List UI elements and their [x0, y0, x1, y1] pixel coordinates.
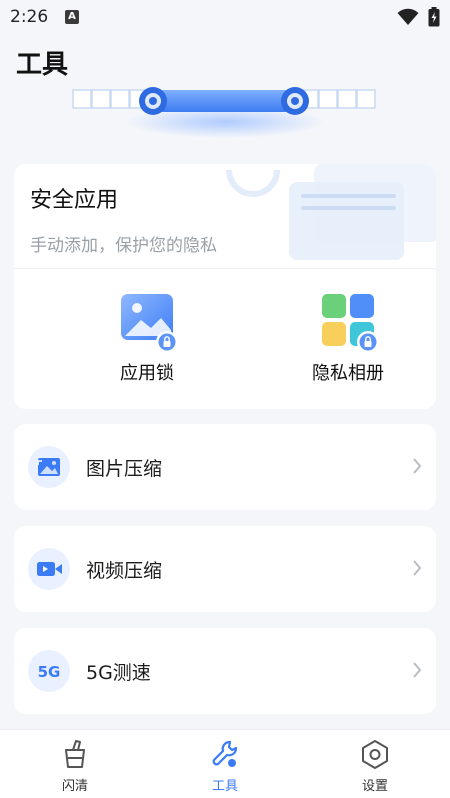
- wifi-icon: [397, 8, 419, 30]
- tab-tools-label: 工具: [211, 779, 238, 794]
- private-album-button[interactable]: 隐私相册: [278, 292, 418, 392]
- status-time: 2:26: [10, 7, 49, 27]
- video-compress-row[interactable]: 视频压缩: [14, 526, 436, 612]
- image-compress-label: 图片压缩: [86, 458, 163, 480]
- tab-tools[interactable]: 工具: [165, 730, 285, 798]
- 5g-icon: 5G: [28, 650, 70, 692]
- 5g-speed-test-row[interactable]: 5G 5G测速: [14, 628, 436, 714]
- image-compress-icon: [28, 446, 70, 488]
- image-lock-icon: [117, 292, 178, 353]
- video-compress-icon: [28, 548, 70, 590]
- chevron-right-icon: [413, 458, 422, 474]
- security-apps-subtitle: 手动添加，保护您的隐私: [30, 236, 217, 256]
- battery-icon: [428, 7, 440, 31]
- clean-icon: [65, 740, 85, 768]
- app-lock-label: 应用锁: [120, 363, 174, 384]
- wrench-icon: [212, 740, 238, 767]
- toolbar-illustration: [70, 84, 380, 144]
- grid-lock-icon: [318, 292, 379, 353]
- video-compress-label: 视频压缩: [86, 560, 163, 582]
- page-title: 工具: [16, 50, 69, 80]
- 5g-speed-test-label: 5G测速: [86, 662, 151, 684]
- status-bar: 2:26 A: [0, 0, 450, 34]
- app-lock-button[interactable]: 应用锁: [77, 292, 217, 392]
- security-apps-card: 安全应用 手动添加，保护您的隐私 应用锁 隐私相册: [14, 164, 436, 409]
- tab-clean[interactable]: 闪清: [15, 730, 135, 798]
- svg-text:5G: 5G: [38, 663, 61, 681]
- bottom-tab-bar: 闪清 工具 设置: [0, 729, 450, 798]
- card-decoration: [226, 164, 436, 260]
- tab-clean-label: 闪清: [61, 779, 88, 794]
- chevron-right-icon: [413, 560, 422, 576]
- chevron-right-icon: [413, 662, 422, 678]
- image-compress-row[interactable]: 图片压缩: [14, 424, 436, 510]
- security-apps-title: 安全应用: [30, 188, 119, 213]
- status-notification-icon: A: [65, 10, 79, 24]
- private-album-label: 隐私相册: [312, 363, 384, 384]
- tab-settings-label: 设置: [361, 779, 388, 794]
- divider: [14, 268, 436, 269]
- hexagon-settings-icon: [362, 740, 388, 769]
- tab-settings[interactable]: 设置: [315, 730, 435, 798]
